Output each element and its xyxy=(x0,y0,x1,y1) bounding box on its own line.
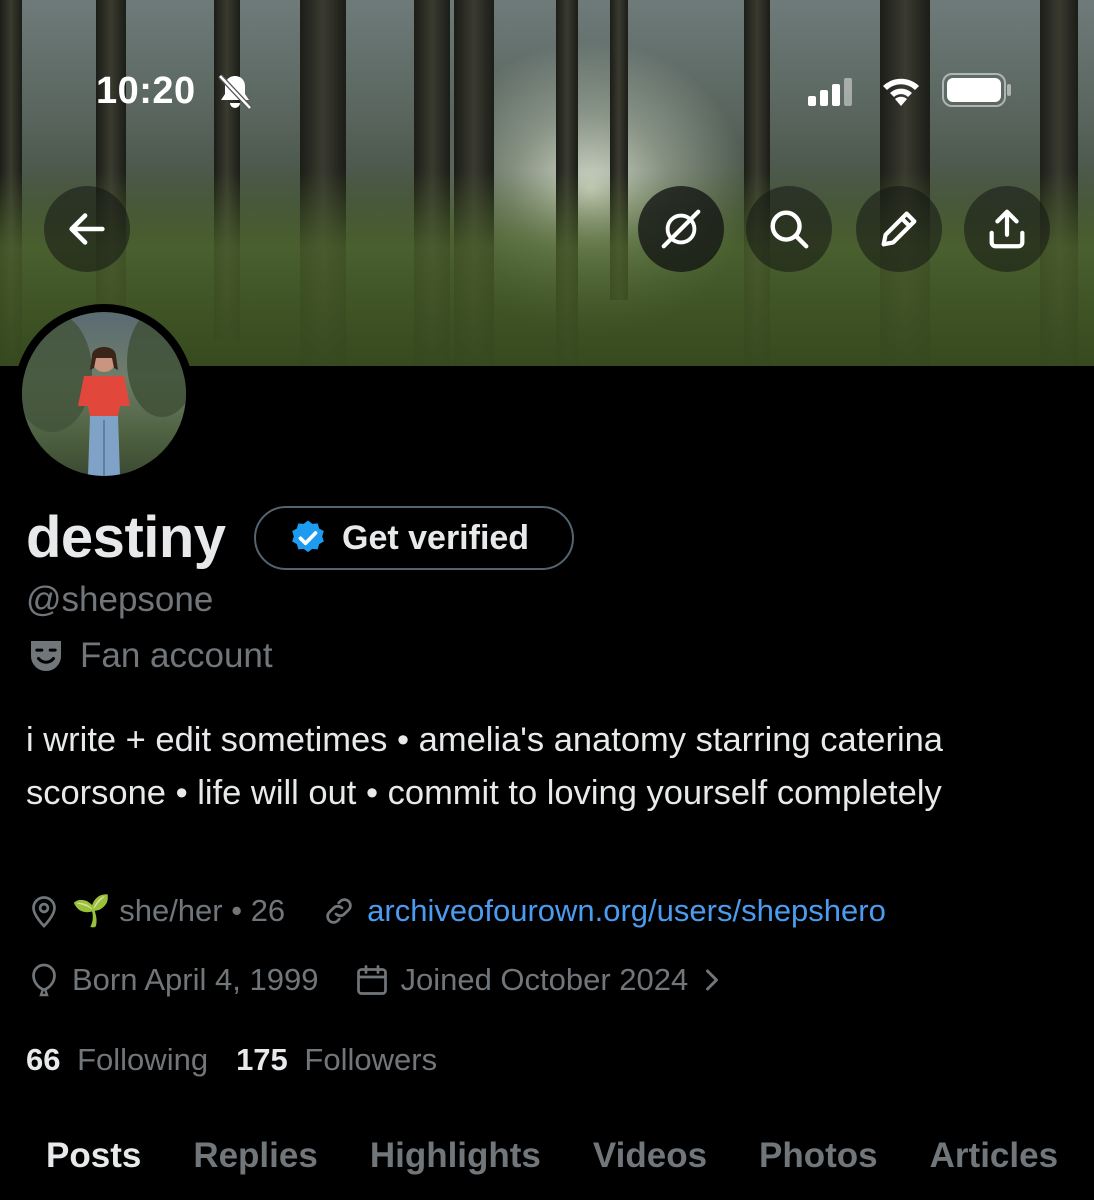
profile-meta-row-2: Born April 4, 1999 Joined October 2024 xyxy=(26,962,740,998)
profile-meta-row-1: 🌱 she/her • 26 archiveofourown.org/users… xyxy=(26,892,886,929)
search-button[interactable] xyxy=(746,186,832,272)
profile-bio: i write + edit sometimes • amelia's anat… xyxy=(26,721,943,812)
display-name: destiny xyxy=(26,505,226,570)
tab-photos[interactable]: Photos xyxy=(733,1136,904,1200)
header-banner[interactable] xyxy=(0,0,1094,366)
website-link[interactable]: archiveofourown.org/users/shepshero xyxy=(367,893,886,929)
tab-highlights[interactable]: Highlights xyxy=(344,1136,567,1200)
profile-tabs: Posts Replies Highlights Videos Photos A… xyxy=(0,1136,1094,1200)
tab-posts[interactable]: Posts xyxy=(0,1136,167,1200)
location-pin-icon xyxy=(32,895,56,928)
cellular-signal-icon xyxy=(808,78,852,106)
wifi-icon xyxy=(883,78,919,106)
avatar-photo xyxy=(22,312,186,476)
tab-videos[interactable]: Videos xyxy=(567,1136,733,1200)
tab-articles[interactable]: Articles xyxy=(904,1136,1084,1200)
avatar[interactable] xyxy=(14,304,194,484)
share-icon xyxy=(989,209,1025,249)
followers-label: Followers xyxy=(304,1042,438,1077)
profile-category: Fan account xyxy=(26,636,273,676)
grok-button[interactable] xyxy=(638,186,724,272)
following-label: Following xyxy=(77,1042,209,1077)
joined-text[interactable]: Joined October 2024 xyxy=(400,962,688,998)
get-verified-button[interactable]: Get verified xyxy=(254,506,574,570)
back-arrow-icon xyxy=(69,213,105,245)
status-time: 10:20 xyxy=(96,70,196,112)
pencil-icon xyxy=(881,211,917,247)
edit-button[interactable] xyxy=(856,186,942,272)
link-icon xyxy=(326,897,352,924)
share-button[interactable] xyxy=(964,186,1050,272)
battery-icon xyxy=(942,73,1011,107)
following-link[interactable]: 66 Following xyxy=(26,1042,208,1078)
followers-link[interactable]: 175 Followers xyxy=(236,1042,437,1078)
balloon-icon xyxy=(32,963,56,997)
following-count: 66 xyxy=(26,1042,61,1077)
followers-count: 175 xyxy=(236,1042,288,1077)
follow-stats: 66 Following 175 Followers xyxy=(26,1042,465,1078)
search-icon xyxy=(770,210,809,249)
grok-icon xyxy=(661,209,701,249)
birthday-text: Born April 4, 1999 xyxy=(72,962,319,997)
location-text: 🌱 she/her • 26 xyxy=(72,893,286,928)
get-verified-label: Get verified xyxy=(342,518,530,557)
avatar-figure xyxy=(22,312,186,476)
calendar-icon xyxy=(357,965,388,995)
category-label: Fan account xyxy=(80,636,273,675)
bell-muted-icon xyxy=(218,74,252,110)
chevron-right-icon[interactable] xyxy=(694,962,730,998)
user-handle: @shepsone xyxy=(26,580,214,619)
theater-mask-icon xyxy=(31,641,61,671)
tab-replies[interactable]: Replies xyxy=(167,1136,344,1200)
back-button[interactable] xyxy=(44,186,130,272)
verified-badge-icon xyxy=(292,520,324,553)
